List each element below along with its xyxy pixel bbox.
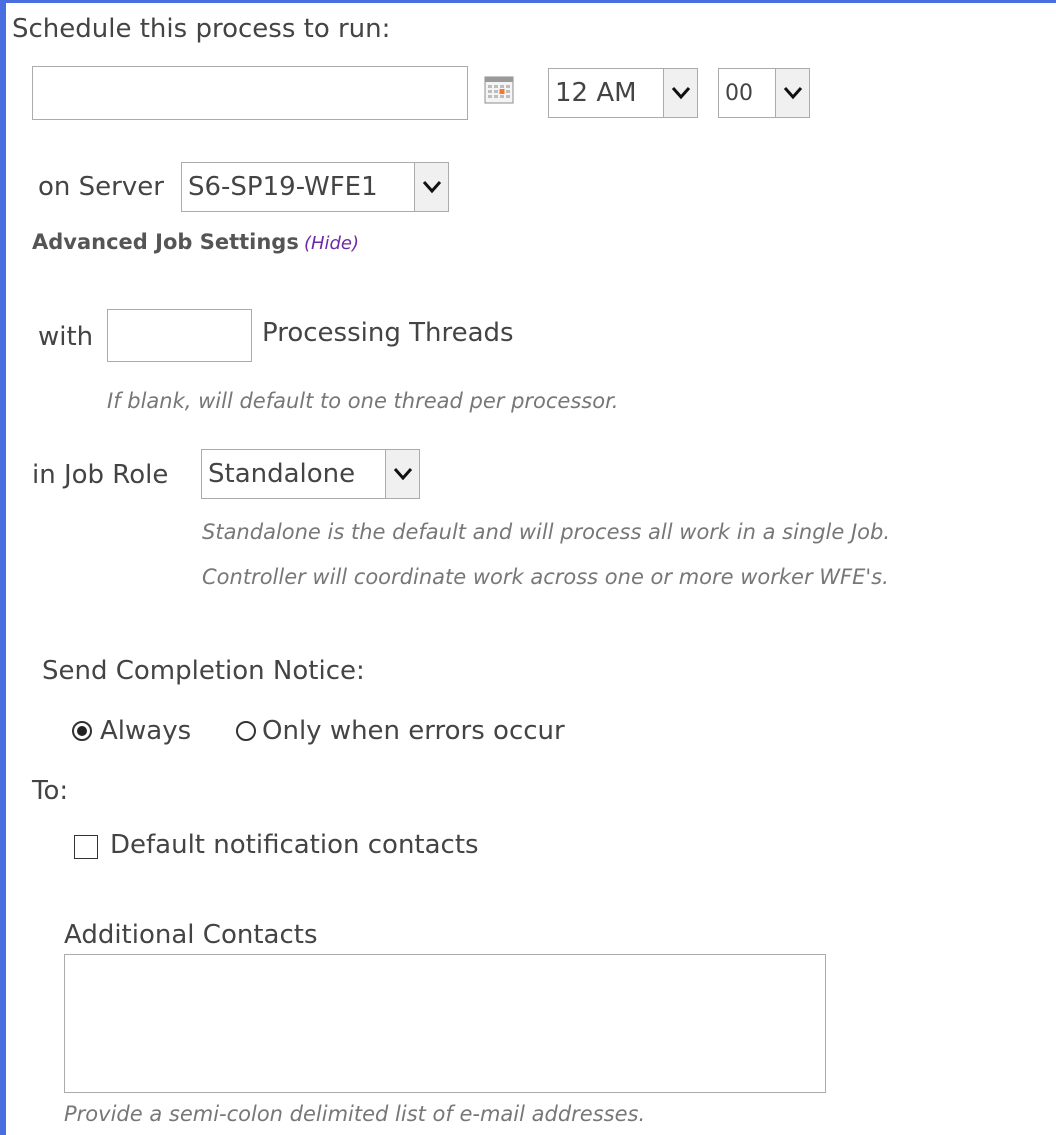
server-select-value: S6-SP19-WFE1 [188, 172, 378, 202]
radio-only-errors-label: Only when errors occur [262, 716, 565, 746]
server-select[interactable]: S6-SP19-WFE1 [181, 162, 449, 212]
hour-select[interactable]: 12 AM [548, 68, 698, 118]
radio-only-errors[interactable] [236, 721, 256, 741]
minute-select-value: 00 [725, 80, 753, 106]
to-label: To: [32, 776, 69, 806]
schedule-date-input[interactable] [32, 66, 468, 120]
job-role-label: in Job Role [32, 460, 169, 490]
server-label: on Server [38, 172, 164, 202]
calendar-icon[interactable] [484, 76, 514, 104]
radio-always-label: Always [100, 716, 192, 746]
job-role-hint-line2: Controller will coordinate work across o… [202, 565, 889, 589]
threads-prefix: with [38, 322, 94, 352]
chevron-down-icon [385, 450, 419, 498]
completion-heading: Send Completion Notice: [42, 656, 365, 686]
additional-contacts-label: Additional Contacts [64, 920, 318, 950]
minute-select[interactable]: 00 [718, 68, 810, 118]
chevron-down-icon [663, 69, 697, 117]
hour-select-value: 12 AM [555, 78, 637, 108]
processing-threads-input[interactable] [107, 309, 252, 362]
hide-advanced-link[interactable]: (Hide) [304, 233, 359, 254]
advanced-settings-header: Advanced Job Settings (Hide) [32, 230, 359, 254]
default-contacts-label: Default notification contacts [110, 830, 479, 860]
radio-always[interactable] [72, 721, 92, 741]
chevron-down-icon [414, 163, 448, 211]
chevron-down-icon [775, 69, 809, 117]
threads-suffix: Processing Threads [262, 318, 514, 348]
job-role-select-value: Standalone [208, 459, 356, 489]
advanced-settings-title: Advanced Job Settings [32, 230, 299, 254]
schedule-heading: Schedule this process to run: [12, 14, 391, 44]
default-contacts-checkbox[interactable] [74, 835, 98, 859]
additional-contacts-hint: Provide a semi-colon delimited list of e… [64, 1102, 646, 1126]
additional-contacts-textarea[interactable] [64, 954, 826, 1093]
job-role-hint-line1: Standalone is the default and will proce… [202, 520, 891, 544]
job-role-select[interactable]: Standalone [201, 449, 420, 499]
threads-hint: If blank, will default to one thread per… [107, 389, 619, 413]
